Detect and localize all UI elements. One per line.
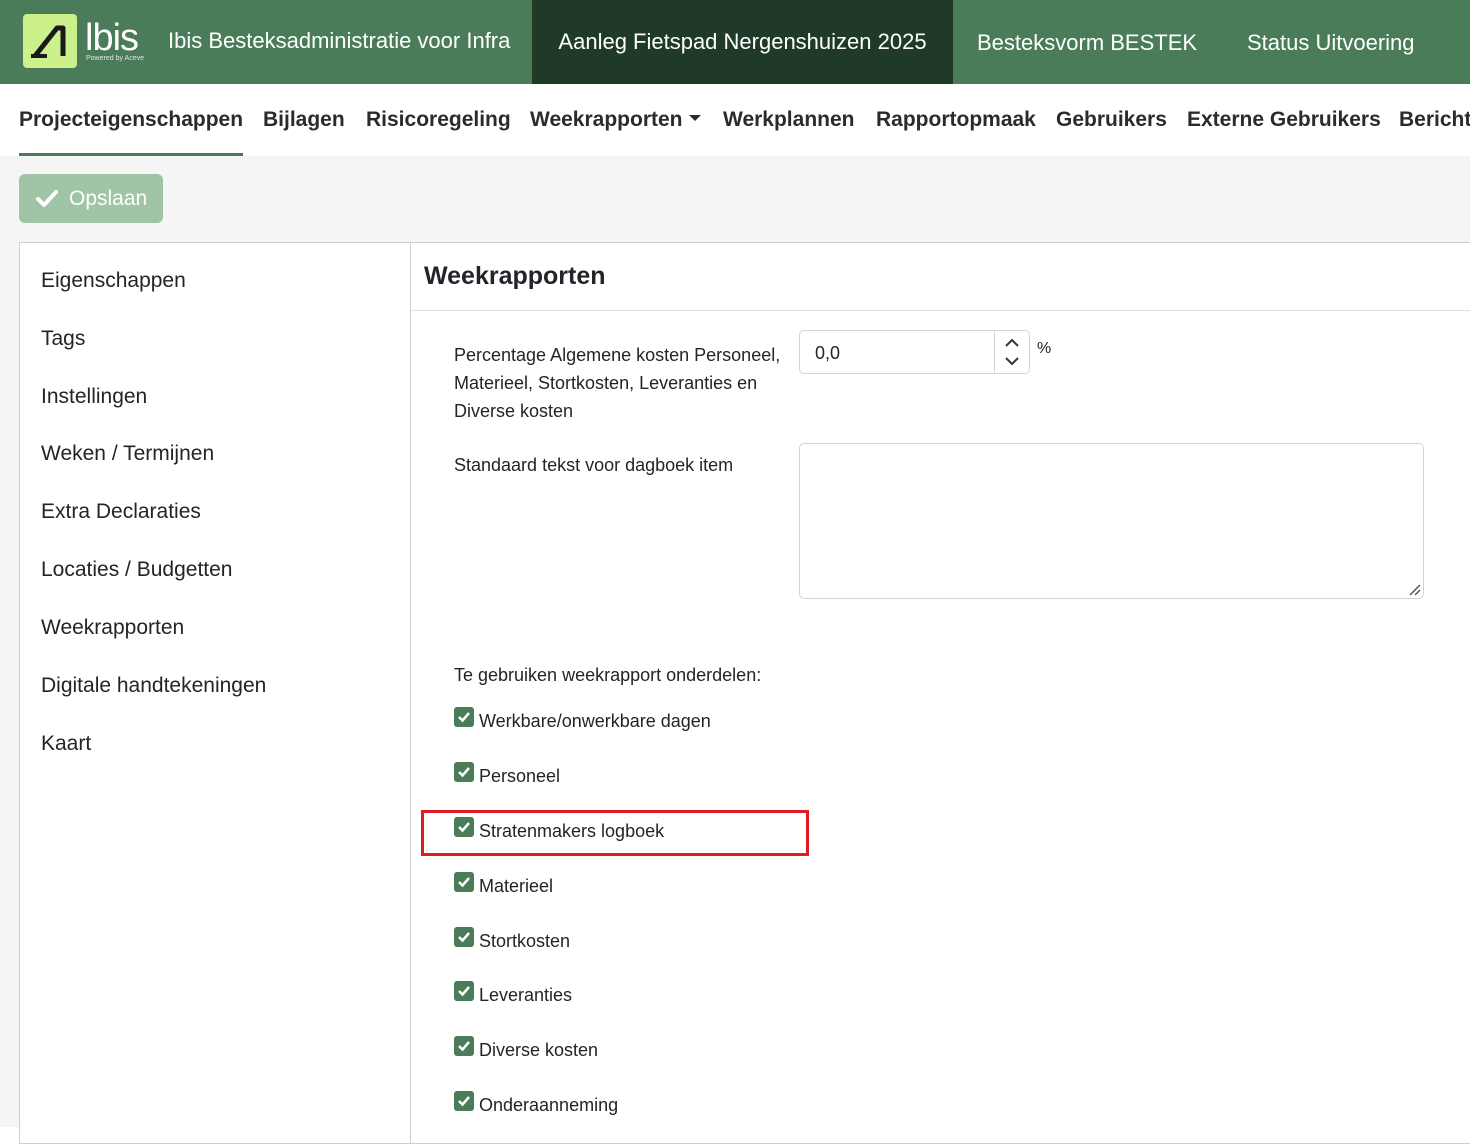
sidebar-item-weken-termijnen[interactable]: Weken / Termijnen (41, 442, 214, 466)
section-title: Weekrapporten (424, 262, 606, 290)
part-diverse-kosten[interactable]: Diverse kosten (454, 1036, 599, 1062)
part-label: Werkbare/onwerkbare dagen (479, 710, 711, 731)
checkbox-checked-icon[interactable] (454, 1091, 474, 1111)
part-stratenmakers-logboek[interactable]: Stratenmakers logboek (454, 817, 665, 843)
brand-name: lbis (85, 17, 139, 59)
part-label: Onderaanneming (479, 1094, 619, 1115)
checkbox-checked-icon[interactable] (454, 927, 474, 947)
brand-subtitle: Powered by Aceve (86, 55, 144, 62)
sidebar-item-tags[interactable]: Tags (41, 327, 85, 351)
part-werkbare-dagen[interactable]: Werkbare/onwerkbare dagen (454, 707, 711, 733)
parts-label: Te gebruiken weekrapport onderdelen: (454, 665, 762, 685)
ibis-logo-icon[interactable] (23, 14, 77, 68)
sidebar-item-extra-declaraties[interactable]: Extra Declaraties (41, 500, 201, 524)
section-header: Weekrapporten (411, 243, 1470, 311)
tab-gebruikers[interactable]: Gebruikers (1056, 108, 1167, 132)
part-label: Personeel (479, 765, 561, 786)
project-status[interactable]: Status Uitvoering (1247, 30, 1415, 56)
tab-bijlagen[interactable]: Bijlagen (263, 108, 345, 132)
content-area: Opslaan Eigenschappen Tags Instellingen … (0, 156, 1470, 1144)
project-name[interactable]: Aanleg Fietspad Nergenshuizen 2025 (532, 0, 953, 84)
sidebar-item-eigenschappen[interactable]: Eigenschappen (41, 269, 186, 293)
checkbox-checked-icon[interactable] (454, 1036, 474, 1056)
save-button[interactable]: Opslaan (19, 174, 163, 223)
tab-werkplannen[interactable]: Werkplannen (723, 108, 854, 132)
sidebar-item-digitale-handtekeningen[interactable]: Digitale handtekeningen (41, 674, 266, 698)
sidebar: Eigenschappen Tags Instellingen Weken / … (20, 243, 411, 1143)
checkbox-checked-icon[interactable] (454, 762, 474, 782)
tab-externe-gebruikers[interactable]: Externe Gebruikers (1187, 108, 1381, 132)
top-bar: lbis Powered by Aceve Ibis Besteksadmini… (0, 0, 1470, 84)
percentage-input[interactable]: 0,0 (799, 330, 1030, 374)
part-personeel[interactable]: Personeel (454, 762, 561, 788)
stepper-down-icon[interactable] (1005, 357, 1019, 366)
checkbox-checked-icon[interactable] (454, 872, 474, 892)
tab-risicoregeling[interactable]: Risicoregeling (366, 108, 511, 132)
checkbox-checked-icon[interactable] (454, 981, 474, 1001)
percentage-stepper[interactable] (994, 331, 1029, 373)
caret-down-icon (688, 115, 701, 122)
part-materieel[interactable]: Materieel (454, 872, 554, 898)
part-label: Materieel (479, 875, 554, 896)
checkbox-checked-icon[interactable] (454, 707, 474, 727)
sidebar-item-kaart[interactable]: Kaart (41, 732, 91, 756)
checkmark-icon (36, 189, 58, 207)
part-label: Stortkosten (479, 930, 571, 951)
part-stortkosten[interactable]: Stortkosten (454, 927, 571, 953)
part-leveranties[interactable]: Leveranties (454, 981, 573, 1007)
percentage-value: 0,0 (815, 343, 841, 363)
part-label: Leveranties (479, 984, 573, 1005)
percentage-label: Percentage Algemene kosten Personeel, Ma… (454, 345, 781, 421)
tab-rapportopmaak[interactable]: Rapportopmaak (876, 108, 1036, 132)
sidebar-item-instellingen[interactable]: Instellingen (41, 385, 147, 409)
sidebar-item-weekrapporten[interactable]: Weekrapporten (41, 616, 184, 640)
app-title[interactable]: Ibis Besteksadministratie voor Infra (168, 28, 510, 54)
bestek-type[interactable]: Besteksvorm BESTEK (977, 30, 1197, 56)
settings-panel: Eigenschappen Tags Instellingen Weken / … (19, 242, 1470, 1144)
tab-berichten[interactable]: Bericht (1399, 108, 1470, 132)
part-onderaanneming[interactable]: Onderaanneming (454, 1091, 619, 1117)
resize-grip-icon[interactable] (1407, 582, 1421, 596)
tab-weekrapporten-label: Weekrapporten (530, 108, 683, 131)
checkbox-checked-icon[interactable] (454, 817, 474, 837)
tab-projecteigenschappen[interactable]: Projecteigenschappen (19, 108, 244, 157)
standard-text-textarea[interactable] (799, 443, 1424, 599)
main-form: Weekrapporten Percentage Algemene kosten… (411, 243, 1470, 1143)
project-name-label: Aanleg Fietspad Nergenshuizen 2025 (558, 29, 927, 54)
tab-weekrapporten[interactable]: Weekrapporten (530, 108, 701, 132)
main-nav-tabs: Projecteigenschappen Bijlagen Risicorege… (0, 84, 1470, 157)
part-label: Stratenmakers logboek (479, 820, 665, 841)
sidebar-item-locaties-budgetten[interactable]: Locaties / Budgetten (41, 558, 232, 582)
stepper-up-icon[interactable] (1005, 338, 1019, 347)
save-button-label: Opslaan (69, 186, 148, 210)
standard-text-label: Standaard tekst voor dagboek item (454, 455, 734, 475)
percentage-unit: % (1037, 340, 1052, 357)
part-label: Diverse kosten (479, 1039, 599, 1060)
